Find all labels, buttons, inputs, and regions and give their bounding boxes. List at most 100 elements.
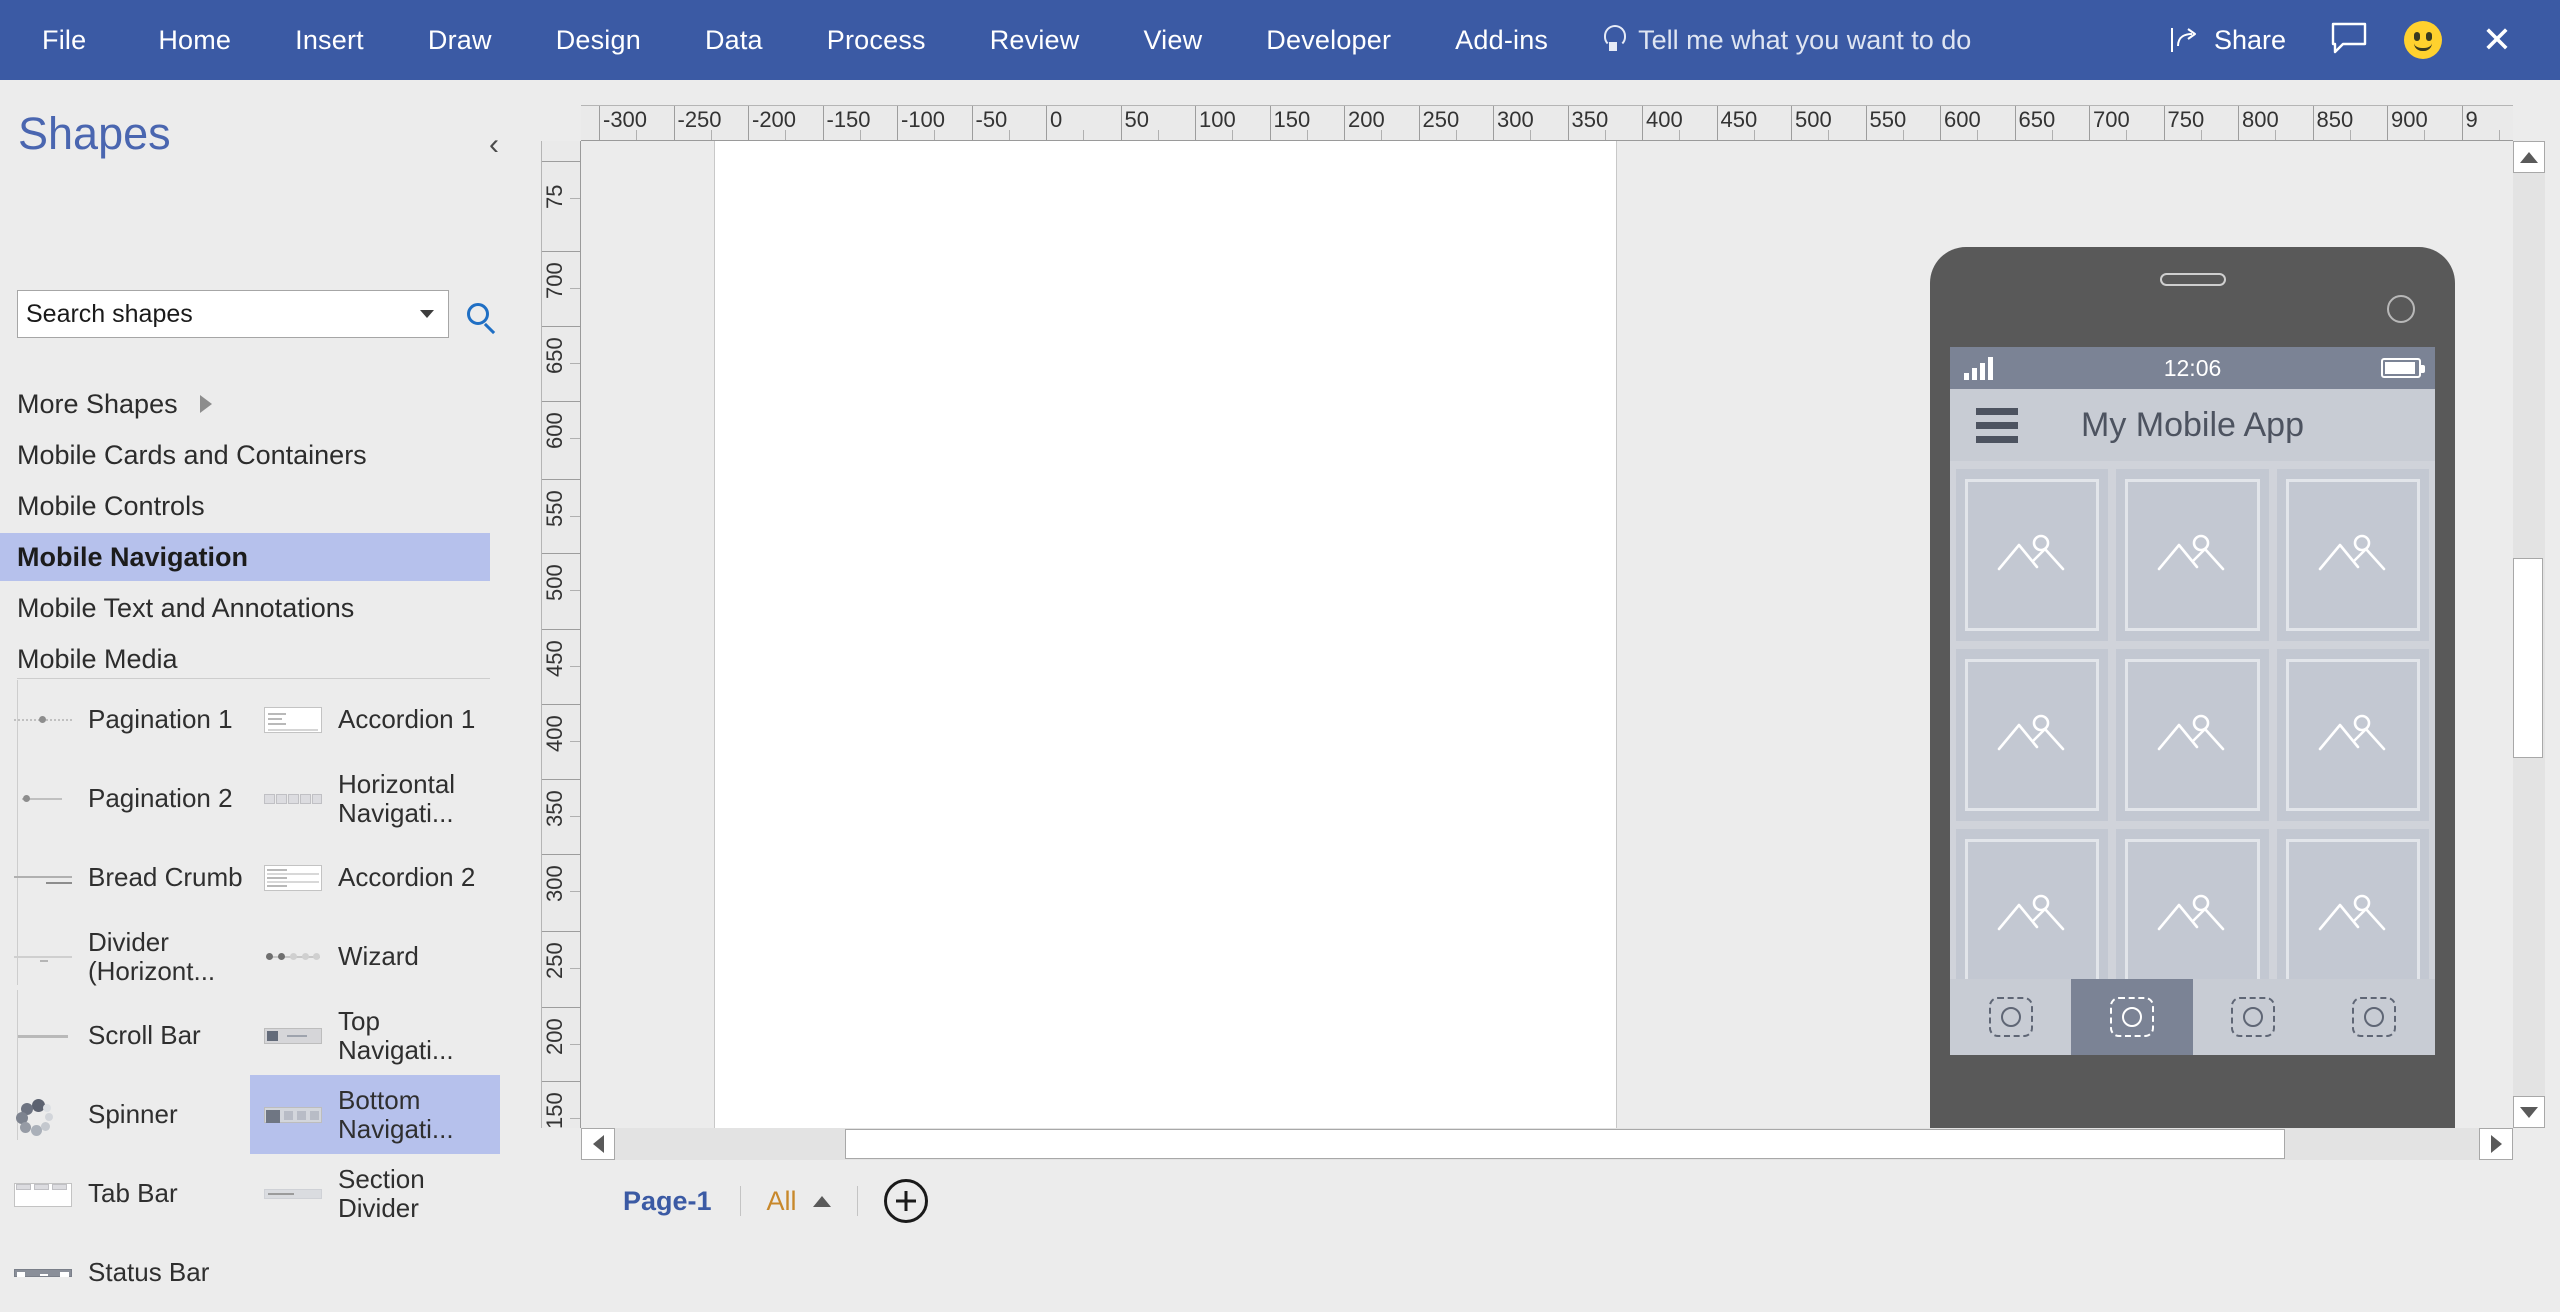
add-page-button[interactable] (884, 1179, 928, 1223)
stencil-shape-grid: Pagination 1 Accordion 1 Paginat (0, 680, 500, 1312)
sidebar-item-mobile-controls[interactable]: Mobile Controls (0, 482, 500, 530)
bottom-nav-item-1[interactable] (1950, 979, 2071, 1055)
vertical-scroll-thumb[interactable] (2513, 558, 2543, 758)
ribbon-right-controls: Share ✕ (2144, 0, 2560, 80)
ruler-label: 600 (544, 412, 566, 449)
comment-button[interactable] (2312, 0, 2386, 80)
ruler-label: 9 (2462, 109, 2478, 131)
search-input[interactable] (26, 300, 420, 329)
ruler-tick (542, 553, 581, 554)
bottom-nav-item-2[interactable] (2071, 979, 2192, 1055)
sidebar-item-mobile-cards-and-containers[interactable]: Mobile Cards and Containers (0, 431, 500, 479)
battery-icon (2381, 358, 2421, 378)
stencil-item-pagination-1[interactable]: Pagination 1 (0, 680, 250, 759)
collapse-panel-button[interactable]: ‹ (489, 130, 499, 160)
stencil-label: Spinner (88, 1100, 178, 1128)
ribbon-tab-insert[interactable]: Insert (263, 0, 396, 80)
ruler-label: 300 (1493, 109, 1534, 131)
stencil-item-divider-horizontal[interactable]: Divider (Horizont... (0, 917, 250, 996)
tell-me-search[interactable]: Tell me what you want to do (1602, 25, 1971, 56)
stencil-item-bottom-navigation[interactable]: Bottom Navigati... (250, 1075, 500, 1154)
ribbon-tab-data[interactable]: Data (673, 0, 795, 80)
stencil-item-accordion-1[interactable]: Accordion 1 (250, 680, 500, 759)
stencil-item-scroll-bar[interactable]: Scroll Bar (0, 996, 250, 1075)
stencil-label: Accordion 2 (338, 863, 475, 891)
scroll-up-button[interactable] (2513, 141, 2545, 173)
pagination-1-thumb-icon (12, 703, 74, 737)
category-label: Mobile Cards and Containers (17, 440, 367, 471)
ribbon-tab-view[interactable]: View (1111, 0, 1234, 80)
canvas-scroll-region[interactable]: 12:06 My Mobile App (581, 141, 2513, 1128)
image-tile[interactable] (2277, 829, 2429, 1001)
page-tab-page-1[interactable]: Page-1 (595, 1186, 740, 1217)
image-placeholder-icon (2286, 659, 2420, 810)
ribbon-tab-draw[interactable]: Draw (396, 0, 524, 80)
stencil-item-bread-crumb[interactable]: Bread Crumb (0, 838, 250, 917)
ribbon-tab-process[interactable]: Process (795, 0, 958, 80)
caret-down-icon (2520, 1107, 2538, 1118)
stencil-item-pagination-2[interactable]: Pagination 2 (0, 759, 250, 838)
stencil-label: Pagination 1 (88, 705, 233, 733)
image-tile[interactable] (2277, 649, 2429, 821)
stencil-item-wizard[interactable]: Wizard (250, 917, 500, 996)
caret-up-icon (813, 1196, 831, 1207)
ribbon-tab-addins[interactable]: Add-ins (1423, 0, 1580, 80)
ribbon-tab-design[interactable]: Design (524, 0, 673, 80)
image-placeholder-icon (2125, 659, 2259, 810)
search-box[interactable] (17, 290, 449, 338)
all-pages-button[interactable]: All (741, 1186, 857, 1217)
image-tile[interactable] (2277, 469, 2429, 641)
feedback-button[interactable] (2386, 0, 2460, 80)
search-button[interactable] (449, 290, 507, 338)
bottom-nav-item-4[interactable] (2314, 979, 2435, 1055)
ruler-tick (542, 1007, 581, 1008)
circle-button-icon (1989, 997, 2033, 1037)
ribbon-tab-developer[interactable]: Developer (1234, 0, 1423, 80)
scroll-left-button[interactable] (581, 1128, 615, 1160)
stencil-item-tab-bar[interactable]: Tab Bar (0, 1154, 250, 1233)
mobile-phone-mockup[interactable]: 12:06 My Mobile App (1930, 247, 2455, 1128)
ruler-label: 150 (544, 1092, 566, 1128)
horizontal-scroll-thumb[interactable] (845, 1129, 2285, 1159)
stencil-label: Horizontal Navigati... (338, 770, 498, 826)
scroll-right-button[interactable] (2479, 1128, 2513, 1160)
close-window-button[interactable]: ✕ (2460, 0, 2534, 80)
image-tile[interactable] (1956, 649, 2108, 821)
share-button[interactable]: Share (2144, 0, 2312, 80)
scroll-down-button[interactable] (2513, 1096, 2545, 1128)
stencil-label: Bottom Navigati... (338, 1086, 498, 1142)
stencil-item-spinner[interactable]: Spinner (0, 1075, 250, 1154)
image-tile[interactable] (1956, 469, 2108, 641)
ribbon-tab-file[interactable]: File (0, 0, 126, 80)
vertical-ruler[interactable]: 757006506005505004504003503002502001500 (541, 141, 581, 1128)
image-tile[interactable] (2116, 829, 2268, 1001)
page-sheet[interactable]: 12:06 My Mobile App (714, 141, 1617, 1128)
image-placeholder-icon (2125, 479, 2259, 630)
ruler-tick (542, 479, 581, 480)
sidebar-item-mobile-media[interactable]: Mobile Media (0, 635, 500, 683)
stencil-item-status-bar[interactable]: Status Bar (0, 1233, 250, 1312)
ribbon-tab-home[interactable]: Home (126, 0, 263, 80)
stencil-item-section-divider[interactable]: Section Divider (250, 1154, 500, 1233)
horizontal-scrollbar[interactable] (581, 1128, 2513, 1160)
stencil-item-empty (250, 1233, 500, 1312)
stencil-item-accordion-2[interactable]: Accordion 2 (250, 838, 500, 917)
stencil-item-horizontal-navigation[interactable]: Horizontal Navigati... (250, 759, 500, 838)
ruler-label: -300 (599, 109, 647, 131)
vertical-scrollbar[interactable] (2513, 141, 2545, 1128)
stencil-label: Status Bar (88, 1258, 209, 1286)
image-tile[interactable] (1956, 829, 2108, 1001)
sidebar-item-mobile-text-and-annotations[interactable]: Mobile Text and Annotations (0, 584, 500, 632)
chevron-down-icon[interactable] (420, 310, 434, 318)
sidebar-item-mobile-navigation[interactable]: Mobile Navigation (0, 533, 490, 581)
image-tile[interactable] (2116, 649, 2268, 821)
stencil-item-top-navigation[interactable]: Top Navigati... (250, 996, 500, 1075)
stencil-row: Status Bar (0, 1233, 500, 1312)
ruler-label: 50 (1121, 109, 1149, 131)
ribbon-tab-review[interactable]: Review (958, 0, 1112, 80)
ruler-label: 850 (2313, 109, 2354, 131)
sidebar-item-more-shapes[interactable]: More Shapes (0, 380, 500, 428)
bottom-nav-item-3[interactable] (2193, 979, 2314, 1055)
horizontal-ruler[interactable]: -300-250-200-150-100-5005010015020025030… (581, 105, 2513, 141)
image-tile[interactable] (2116, 469, 2268, 641)
